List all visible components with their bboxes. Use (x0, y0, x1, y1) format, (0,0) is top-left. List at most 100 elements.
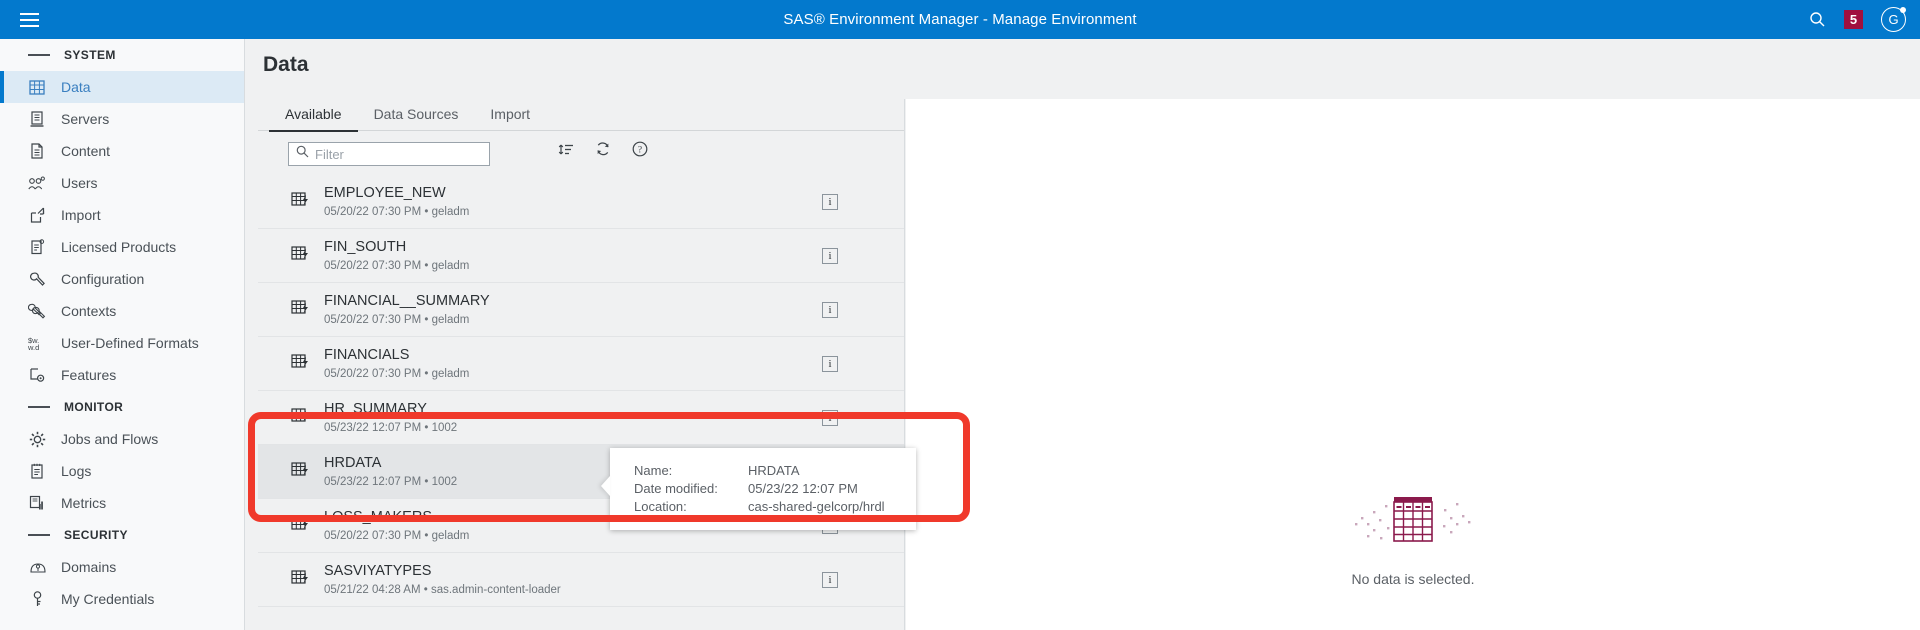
sidebar-item-label: My Credentials (61, 591, 155, 607)
filter-box[interactable] (288, 142, 490, 166)
sidebar-item-contexts[interactable]: Contexts (0, 295, 244, 327)
table-lightning-icon (291, 569, 313, 591)
sort-icon[interactable] (558, 142, 574, 157)
sidebar-item-configuration[interactable]: Configuration (0, 263, 244, 295)
sidebar-item-metrics[interactable]: Metrics (0, 487, 244, 519)
bar-chart-icon (26, 493, 48, 513)
sidebar-item-domains[interactable]: Domains (0, 551, 244, 583)
table-meta: 05/23/22 12:07 PM • 1002 (324, 475, 458, 488)
sidebar-item-label: Contexts (61, 303, 117, 319)
sidebar-group-label: MONITOR (64, 400, 124, 414)
sidebar-item-label: Features (61, 367, 117, 383)
filter-input[interactable] (315, 146, 475, 162)
avatar[interactable]: G (1881, 7, 1906, 32)
table-lightning-icon (291, 299, 313, 321)
info-icon[interactable]: i (822, 409, 838, 426)
document-icon (26, 141, 48, 161)
table-meta: 05/20/22 07:30 PM • geladm (324, 367, 470, 380)
sidebar-group-system: SYSTEM (0, 39, 244, 71)
tab-import[interactable]: Import (474, 99, 546, 131)
group-dash-icon (28, 406, 50, 408)
table-lightning-icon (291, 461, 313, 483)
sidebar-item-label: Configuration (61, 271, 145, 287)
app-title: SAS® Environment Manager - Manage Enviro… (783, 11, 1137, 28)
sidebar-item-users[interactable]: Users (0, 167, 244, 199)
server-icon (26, 109, 48, 129)
group-dash-icon (28, 54, 50, 56)
sidebar-item-features[interactable]: Features (0, 359, 244, 391)
table-row[interactable]: FINANCIALS 05/20/22 07:30 PM • geladm i (258, 337, 904, 391)
sidebar-item-label: User-Defined Formats (61, 335, 199, 351)
sidebar-item-servers[interactable]: Servers (0, 103, 244, 135)
table-grid-icon (26, 77, 48, 97)
tooltip-row: Name: HRDATA (634, 462, 916, 480)
sidebar-group-monitor: MONITOR (0, 391, 244, 423)
info-icon[interactable]: i (822, 301, 838, 318)
sidebar-item-jobs-and-flows[interactable]: Jobs and Flows (0, 423, 244, 455)
app-header-bar: SAS® Environment Manager - Manage Enviro… (0, 0, 1920, 39)
gear-icon (26, 429, 48, 449)
tooltip-key: Date modified: (634, 481, 718, 496)
sidebar-item-my-credentials[interactable]: My Credentials (0, 583, 244, 615)
search-icon (296, 145, 309, 163)
header-actions: 5 G (1809, 0, 1906, 39)
table-row[interactable]: HR_SUMMARY 05/23/22 12:07 PM • 1002 i (258, 391, 904, 445)
tooltip-key: Name: (634, 463, 673, 478)
table-meta: 05/20/22 07:30 PM • geladm (324, 529, 470, 542)
notification-badge[interactable]: 5 (1844, 10, 1863, 29)
main-content: Data Available Data Sources Import Filte… (245, 39, 1920, 630)
avatar-initial: G (1888, 12, 1899, 27)
table-name: HR_SUMMARY (324, 400, 427, 417)
format-code-icon: $w. w.d (26, 333, 48, 353)
sidebar-group-label: SYSTEM (64, 48, 116, 62)
data-table-list: EMPLOYEE_NEW 05/20/22 07:30 PM • geladm … (258, 175, 904, 630)
table-row[interactable]: SASVIYATYPES 05/21/22 04:28 AM • sas.adm… (258, 553, 904, 607)
features-gear-icon (26, 365, 48, 385)
help-icon[interactable]: ? (632, 141, 648, 157)
sidebar-item-label: Users (61, 175, 98, 191)
empty-state: No data is selected. (906, 491, 1920, 587)
table-row-text: FIN_SOUTH 05/20/22 07:30 PM • geladm (324, 238, 822, 274)
table-row[interactable]: FINANCIAL__SUMMARY 05/20/22 07:30 PM • g… (258, 283, 904, 337)
search-icon[interactable] (1809, 11, 1826, 28)
refresh-icon[interactable] (595, 141, 611, 157)
info-icon[interactable]: i (822, 571, 838, 588)
table-name: FINANCIALS (324, 346, 410, 363)
tab-data-sources[interactable]: Data Sources (358, 99, 475, 131)
table-name: FINANCIAL__SUMMARY (324, 292, 490, 309)
sidebar-item-label: Content (61, 143, 111, 159)
sidebar-item-licensed-products[interactable]: Licensed Products (0, 231, 244, 263)
table-lightning-icon (291, 515, 313, 537)
table-row-text: FINANCIAL__SUMMARY 05/20/22 07:30 PM • g… (324, 292, 822, 328)
sidebar-item-content[interactable]: Content (0, 135, 244, 167)
table-row[interactable]: FIN_SOUTH 05/20/22 07:30 PM • geladm i (258, 229, 904, 283)
info-icon[interactable]: i (822, 355, 838, 372)
table-row-text: SASVIYATYPES 05/21/22 04:28 AM • sas.adm… (324, 562, 822, 598)
table-row[interactable]: EMPLOYEE_NEW 05/20/22 07:30 PM • geladm … (258, 175, 904, 229)
sidebar-item-label: Licensed Products (61, 239, 177, 255)
domain-key-icon (26, 557, 48, 577)
table-name: SASVIYATYPES (324, 562, 432, 579)
sidebar-item-import[interactable]: Import (0, 199, 244, 231)
sidebar-group-label: SECURITY (64, 528, 128, 542)
hamburger-menu-icon[interactable] (0, 0, 58, 39)
info-icon[interactable]: i (822, 247, 838, 264)
tooltip-value: HRDATA (748, 463, 800, 478)
table-name: FIN_SOUTH (324, 238, 407, 255)
info-icon[interactable]: i (822, 193, 838, 210)
wrench-icon (26, 269, 48, 289)
clipboard-icon (26, 237, 48, 257)
sidebar-item-user-defined-formats[interactable]: $w. w.d User-Defined Formats (0, 327, 244, 359)
data-list-pane: Available Data Sources Import Filter ? E… (258, 99, 905, 630)
sidebar-item-data[interactable]: Data (0, 71, 244, 103)
key-icon (26, 589, 48, 609)
table-meta: 05/20/22 07:30 PM • geladm (324, 313, 470, 326)
tab-bar: Available Data Sources Import (258, 99, 904, 132)
sidebar-item-label: Data (61, 79, 91, 95)
sidebar-item-logs[interactable]: Logs (0, 455, 244, 487)
double-wrench-icon (26, 301, 48, 321)
sidebar-group-security: SECURITY (0, 519, 244, 551)
tooltip-key: Location: (634, 499, 687, 514)
group-dash-icon (28, 534, 50, 536)
tab-available[interactable]: Available (269, 99, 358, 132)
